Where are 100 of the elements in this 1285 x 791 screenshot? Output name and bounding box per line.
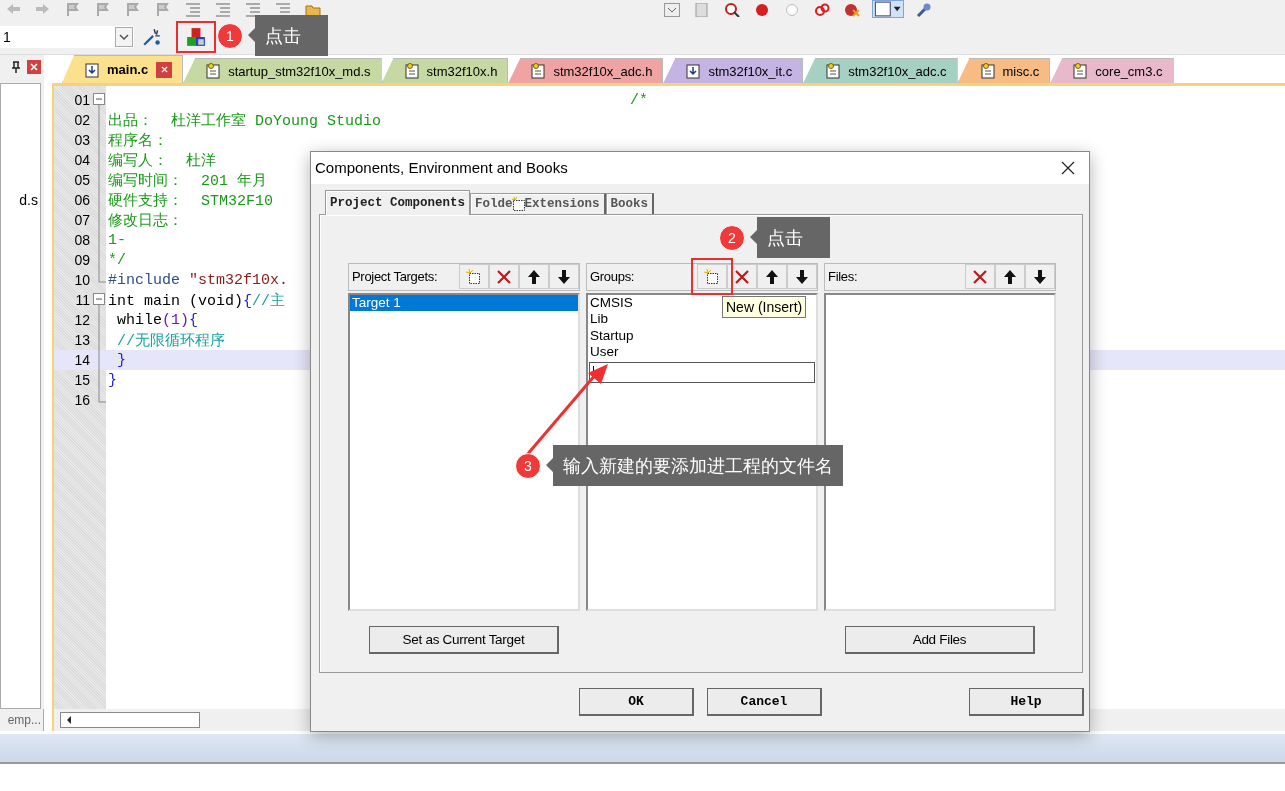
magnifier-icon[interactable] xyxy=(723,3,741,17)
code-line: 程序名： xyxy=(108,131,168,150)
code-line: */ xyxy=(108,251,126,269)
scrollbar[interactable] xyxy=(60,712,200,728)
panel-tab[interactable]: emp... xyxy=(0,709,44,731)
components-button[interactable] xyxy=(176,21,216,53)
move-up-button[interactable] xyxy=(519,264,549,290)
callout-label: 点击 xyxy=(248,15,328,56)
line-number: 16 xyxy=(73,392,90,408)
move-down-button[interactable] xyxy=(549,264,579,290)
line-number: 07 xyxy=(73,212,90,228)
code-line: while(1){ xyxy=(116,311,199,329)
code-line: } xyxy=(108,371,117,389)
line-number: 09 xyxy=(73,252,90,268)
up-arrow-icon xyxy=(764,268,780,285)
line-number: 10 xyxy=(73,272,90,288)
delete-button[interactable] xyxy=(965,264,995,290)
file-tab[interactable]: core_cm3.c xyxy=(1050,58,1174,83)
magic-wand-icon[interactable] xyxy=(142,27,162,47)
cross-icon xyxy=(734,268,750,285)
down-arrow-icon xyxy=(556,268,572,285)
move-down-button[interactable] xyxy=(787,264,817,290)
left-arrow-icon[interactable] xyxy=(65,715,73,725)
close-icon[interactable] xyxy=(1061,160,1075,175)
down-arrow-icon xyxy=(794,268,810,285)
line-number: 04 xyxy=(73,152,90,168)
rings-icon[interactable] xyxy=(813,3,831,17)
document-key-icon xyxy=(1073,63,1088,79)
close-tab-button[interactable] xyxy=(156,61,173,78)
panel-button[interactable]: Add Files xyxy=(845,625,1035,654)
code-line: #include "stm32f10x. xyxy=(108,271,289,289)
up-arrow-icon xyxy=(1002,268,1018,285)
line-number: 06 xyxy=(73,192,90,208)
move-down-button[interactable] xyxy=(1025,264,1055,290)
breakpoint-icon[interactable] xyxy=(753,3,771,17)
move-up-button[interactable] xyxy=(757,264,787,290)
collapse-icon[interactable] xyxy=(92,290,106,310)
panel-button[interactable]: Set as Current Target xyxy=(369,625,559,654)
document-key-icon xyxy=(531,63,546,79)
code-line: 修改日志： xyxy=(108,211,183,230)
cross-icon xyxy=(972,268,988,285)
delete-button[interactable] xyxy=(727,264,757,290)
line-number: 08 xyxy=(73,232,90,248)
document-key-icon xyxy=(980,63,995,79)
code-line: } xyxy=(116,351,126,369)
code-line: 1- xyxy=(108,231,126,249)
pin-icon[interactable] xyxy=(11,61,21,73)
dialog-title: Components, Environment and Books xyxy=(315,159,568,177)
line-number: 15 xyxy=(73,372,90,388)
panel-title: Project Targets: xyxy=(352,269,438,285)
delete-button[interactable] xyxy=(489,264,519,290)
file-tab[interactable]: stm32f10x.h xyxy=(381,58,509,83)
wrench-icon[interactable] xyxy=(915,3,933,17)
file-tab[interactable]: main.c xyxy=(62,55,184,83)
file-item[interactable]: d.s xyxy=(19,192,38,208)
file-tab[interactable]: stm32f10x_it.c xyxy=(663,58,804,83)
file-tab[interactable]: stm32f10x_adc.c xyxy=(803,58,958,83)
dialog-tab[interactable]: Project Components xyxy=(325,189,471,215)
line-number: 13 xyxy=(73,332,90,348)
close-icon xyxy=(160,66,168,73)
target-combo[interactable]: 1 xyxy=(0,26,134,48)
dialog-button[interactable]: Help xyxy=(969,687,1084,716)
file-tab[interactable]: misc.c xyxy=(957,58,1051,83)
document-key-icon xyxy=(206,63,221,79)
line-number: 14 xyxy=(73,352,90,368)
dialog-tab[interactable]: Folde Extensions xyxy=(470,192,606,214)
dot-cross-icon[interactable] xyxy=(843,3,861,17)
code-line: int main (void){//主 xyxy=(108,291,286,310)
line-number: 12 xyxy=(73,312,90,328)
line-number: 03 xyxy=(73,132,90,148)
new-button[interactable] xyxy=(459,264,489,290)
move-up-button[interactable] xyxy=(995,264,1025,290)
callout-label: 点击 xyxy=(750,217,830,258)
close-icon xyxy=(30,63,38,71)
code-line: //无限循环程序 xyxy=(116,331,225,350)
line-number: 01 xyxy=(73,92,90,108)
dropdown-icon[interactable] xyxy=(663,3,681,17)
new-item-icon xyxy=(510,195,527,212)
panel-title: Files: xyxy=(828,269,858,285)
indent-icon[interactable] xyxy=(244,3,262,17)
file-tab[interactable]: startup_stm32f10x_md.s xyxy=(183,58,382,83)
new-item-icon xyxy=(704,268,720,285)
code-line: 编写时间： 201 年月 xyxy=(108,171,267,190)
tab-label: Folde xyxy=(475,196,513,211)
code-line: 硬件支持： STM32F10 xyxy=(108,191,273,210)
dialog-button[interactable]: OK xyxy=(579,687,694,716)
panel-title: Groups: xyxy=(590,269,635,285)
dialog-tab[interactable]: Books xyxy=(605,192,655,214)
close-button[interactable] xyxy=(27,60,41,74)
window-icon[interactable] xyxy=(873,1,903,17)
tooltip: New (Insert) xyxy=(722,295,807,318)
dialog-button[interactable]: Cancel xyxy=(707,687,822,716)
folder-icon[interactable] xyxy=(304,3,322,17)
list-item[interactable]: Target 1 xyxy=(350,294,578,312)
document-arrow-icon xyxy=(686,63,701,79)
line-number: 05 xyxy=(73,172,90,188)
file-tab[interactable]: stm32f10x_adc.h xyxy=(508,58,664,83)
down-arrow-icon xyxy=(1032,268,1048,285)
collapse-icon[interactable] xyxy=(92,90,106,110)
up-arrow-icon xyxy=(526,268,542,285)
